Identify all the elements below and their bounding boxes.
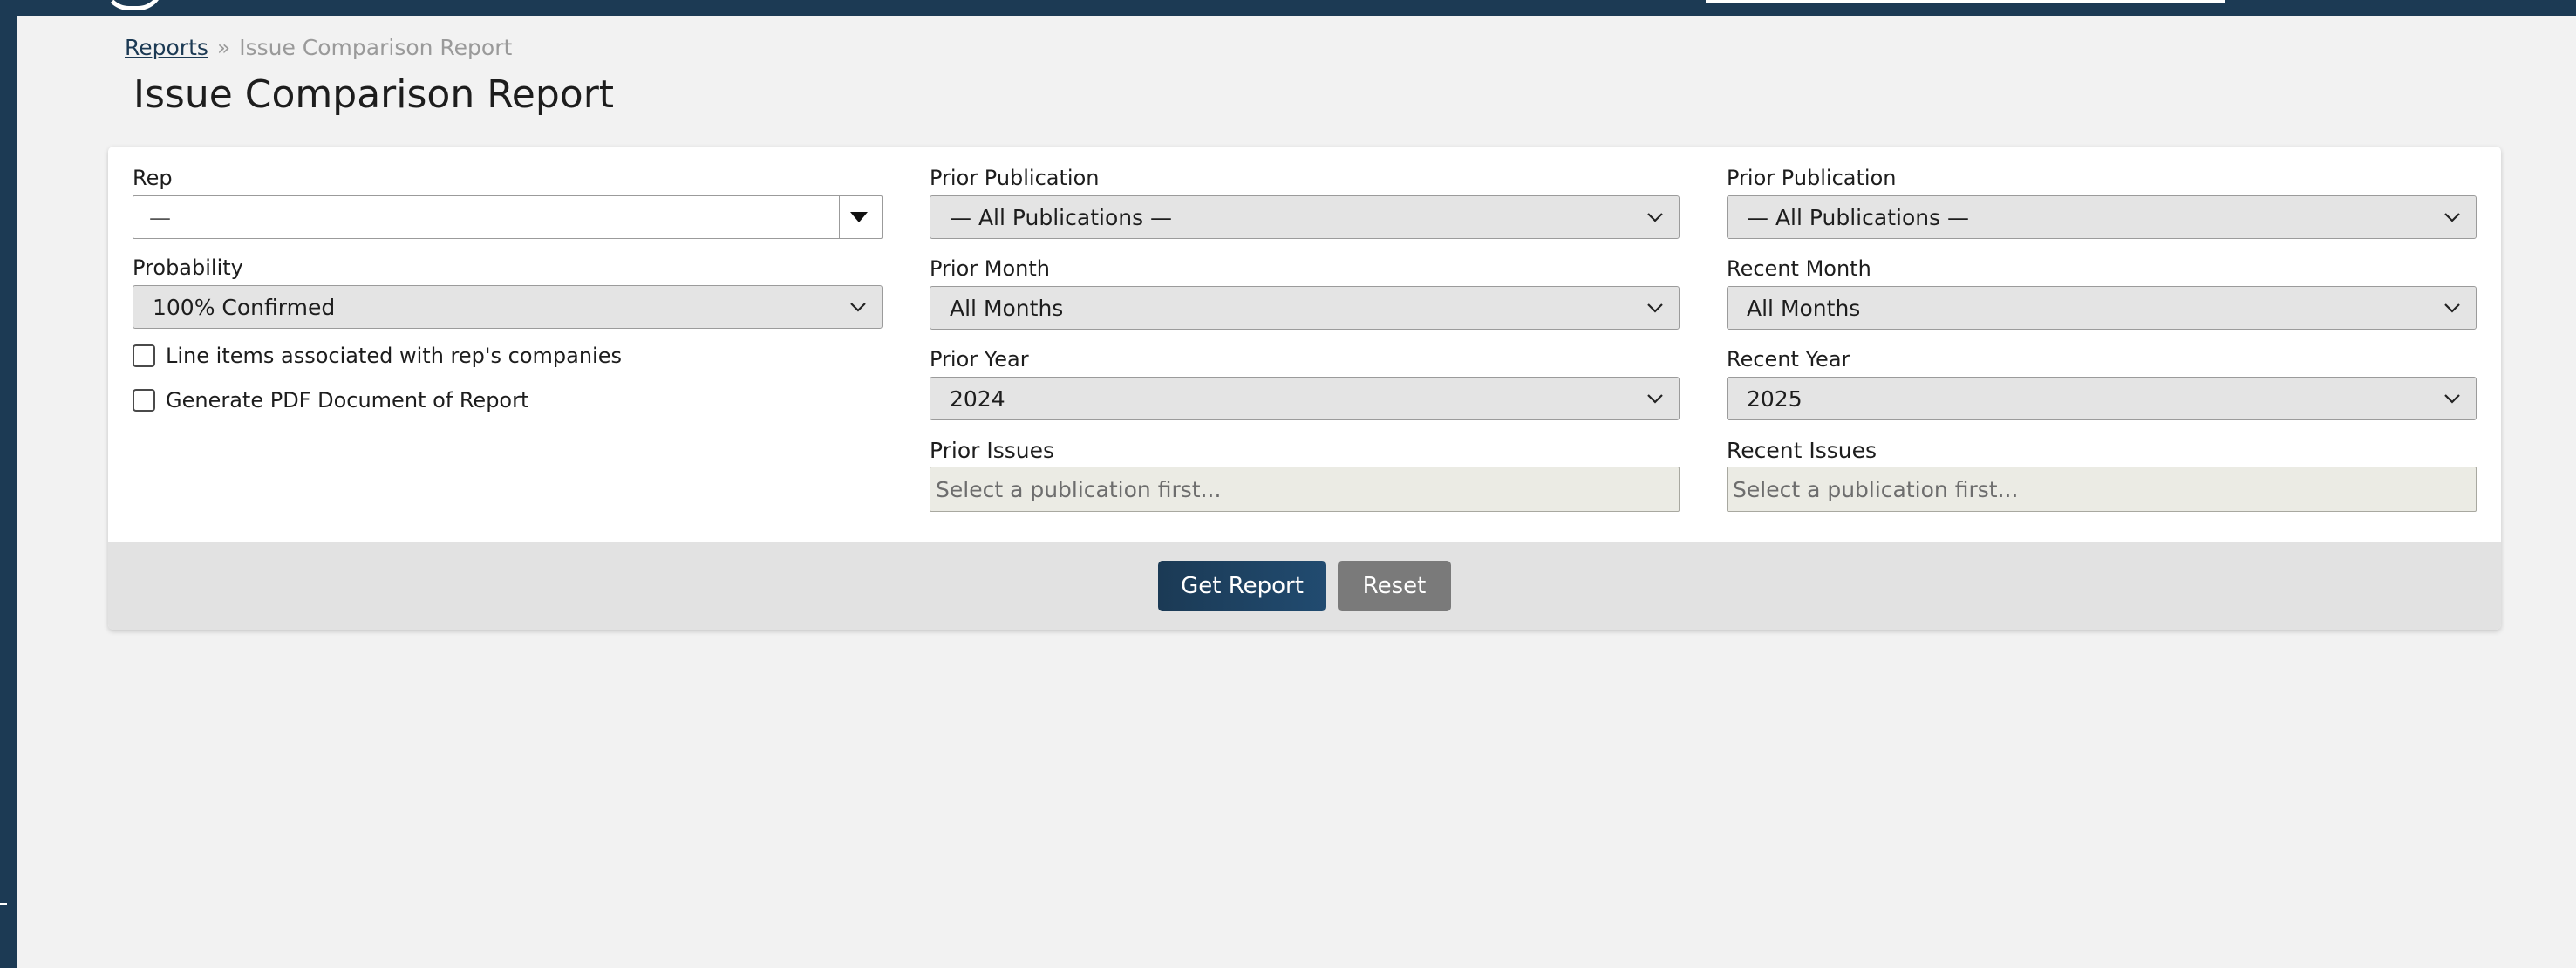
page-title: Issue Comparison Report xyxy=(133,72,615,117)
prior-year-label: Prior Year xyxy=(930,347,1029,372)
generate-pdf-checkbox[interactable] xyxy=(133,389,155,412)
rep-companies-checkbox[interactable] xyxy=(133,344,155,367)
recent-month-label: Recent Month xyxy=(1727,256,1871,281)
chevron-down-icon xyxy=(1647,394,1663,404)
recent-issues-placeholder: Select a publication first... xyxy=(1733,476,2019,502)
prior-publication-value: — All Publications — xyxy=(950,204,1173,230)
report-form-panel: Rep — Probability 100% Confirmed Line it… xyxy=(108,147,2501,630)
sidebar-marker xyxy=(0,903,7,905)
recent-publication-label: Prior Publication xyxy=(1727,166,1897,190)
prior-month-label: Prior Month xyxy=(930,256,1050,281)
recent-publication-value: — All Publications — xyxy=(1747,204,1970,230)
checkbox-row-rep-companies[interactable]: Line items associated with rep's compani… xyxy=(133,344,622,368)
probability-select[interactable]: 100% Confirmed xyxy=(133,285,883,329)
chevron-down-icon xyxy=(2444,394,2460,404)
chevron-down-icon xyxy=(1647,303,1663,313)
prior-year-value: 2024 xyxy=(950,385,1005,412)
prior-publication-label: Prior Publication xyxy=(930,166,1100,190)
recent-publication-select[interactable]: — All Publications — xyxy=(1727,195,2477,239)
form-actions-bar: Get Report Reset xyxy=(108,542,2501,630)
recent-year-select[interactable]: 2025 xyxy=(1727,377,2477,420)
recent-year-label: Recent Year xyxy=(1727,347,1850,372)
recent-issues-label: Recent Issues xyxy=(1727,438,1877,463)
rep-label: Rep xyxy=(133,166,173,190)
prior-issues-placeholder: Select a publication first... xyxy=(936,476,1222,502)
caret-down-icon[interactable] xyxy=(850,212,868,222)
prior-publication-select[interactable]: — All Publications — xyxy=(930,195,1680,239)
prior-month-value: All Months xyxy=(950,295,1064,321)
get-report-button[interactable]: Get Report xyxy=(1158,561,1326,611)
probability-label: Probability xyxy=(133,256,243,280)
prior-issues-field[interactable]: Select a publication first... xyxy=(930,467,1680,512)
breadcrumb-link-reports[interactable]: Reports xyxy=(125,35,208,60)
recent-month-value: All Months xyxy=(1747,295,1861,321)
chevron-down-icon xyxy=(2444,213,2460,222)
checkbox-row-generate-pdf[interactable]: Generate PDF Document of Report xyxy=(133,388,528,412)
breadcrumb-separator: » xyxy=(216,35,231,60)
recent-year-value: 2025 xyxy=(1747,385,1803,412)
chevron-down-icon xyxy=(850,303,866,312)
logo-icon[interactable] xyxy=(103,0,164,10)
prior-issues-label: Prior Issues xyxy=(930,438,1055,463)
reset-button[interactable]: Reset xyxy=(1338,561,1451,611)
left-sidebar-rail xyxy=(0,0,17,968)
rep-companies-checkbox-label: Line items associated with rep's compani… xyxy=(166,344,622,368)
chevron-down-icon xyxy=(1647,213,1663,222)
rep-combobox[interactable]: — xyxy=(133,195,883,239)
recent-month-select[interactable]: All Months xyxy=(1727,286,2477,330)
search-field-edge[interactable] xyxy=(1706,0,2225,3)
prior-month-select[interactable]: All Months xyxy=(930,286,1680,330)
chevron-down-icon xyxy=(2444,303,2460,313)
breadcrumb-current: Issue Comparison Report xyxy=(239,35,513,60)
rep-value: — xyxy=(149,204,171,230)
top-nav-bar xyxy=(0,0,2576,16)
breadcrumb: Reports » Issue Comparison Report xyxy=(125,35,512,60)
recent-issues-field[interactable]: Select a publication first... xyxy=(1727,467,2477,512)
probability-value: 100% Confirmed xyxy=(153,294,336,320)
rep-combobox-divider xyxy=(839,196,840,238)
generate-pdf-checkbox-label: Generate PDF Document of Report xyxy=(166,388,529,412)
prior-year-select[interactable]: 2024 xyxy=(930,377,1680,420)
